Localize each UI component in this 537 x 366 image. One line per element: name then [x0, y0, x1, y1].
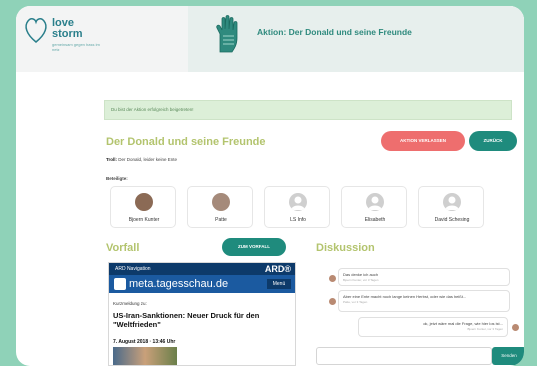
page-title: Aktion: Der Donald und seine Freunde — [257, 27, 412, 37]
go-to-incident-button[interactable]: ZUM VORFALL — [222, 238, 286, 256]
troll-info: Troll: Der Donald, leider keine Ente — [106, 157, 177, 162]
back-button[interactable]: ZURÜCK — [469, 131, 517, 151]
participant-card[interactable]: LS Info — [264, 186, 330, 228]
participant-name: Patte — [215, 217, 227, 223]
avatar — [329, 298, 336, 305]
participant-name: LS Info — [290, 217, 306, 223]
logo-text: love storm — [52, 17, 83, 40]
message-meta: Patte, vor 3 Tagen — [343, 300, 368, 304]
troll-value: Der Donald, leider keine Ente — [118, 157, 178, 162]
chat-message-own: ok, jetzt wäre mal die Frage, wie hier l… — [358, 317, 508, 337]
chat-message: Aber eine Ente macht noch lange keinen H… — [338, 290, 510, 312]
news-site-header: meta.tagesschau.de Menü — [109, 275, 295, 293]
site-logo-icon — [114, 278, 126, 290]
news-image — [113, 347, 177, 365]
message-meta: Bjoern Kunter, vor 3 Tagen — [343, 278, 379, 282]
participant-name: David Schesing — [434, 217, 470, 223]
message-input[interactable] — [316, 347, 492, 365]
news-date: 7. August 2018 · 13:46 Uhr — [113, 339, 176, 345]
news-headline[interactable]: US-Iran-Sanktionen: Neuer Druck für den … — [113, 311, 293, 329]
nav-label[interactable]: ARD Navigation — [115, 266, 151, 272]
participant-card[interactable]: Bjoern Kunter — [110, 186, 176, 228]
message-text: ok, jetzt wäre mal die Frage, wie hier l… — [423, 321, 503, 326]
hand-icon — [216, 15, 238, 53]
send-button[interactable]: Senden — [492, 347, 524, 365]
avatar-placeholder-icon — [289, 193, 307, 211]
discussion-heading: Diskussion — [316, 242, 375, 254]
success-alert: Du bist der Aktion erfolgreich beigetret… — [104, 100, 512, 120]
news-kicker: Kurzmeldung zu: — [113, 301, 147, 306]
avatar — [329, 275, 336, 282]
heart-drop-icon — [25, 18, 47, 43]
leave-action-button[interactable]: AKTION VERLASSEN — [381, 131, 465, 151]
action-title: Der Donald und seine Freunde — [106, 136, 266, 148]
header: love storm gemeinsam gegen hass im netz A… — [16, 6, 524, 72]
logo-tagline: gemeinsam gegen hass im netz — [52, 42, 100, 52]
participant-card[interactable]: Elisabeth — [341, 186, 407, 228]
message-text: Aber eine Ente macht noch lange keinen H… — [343, 294, 467, 299]
discussion-panel: Das denke ich auch Bjoern Kunter, vor 3 … — [316, 260, 520, 342]
site-name[interactable]: meta.tagesschau.de — [129, 278, 228, 290]
avatar — [512, 324, 519, 331]
avatar — [212, 193, 230, 211]
avatar-placeholder-icon — [443, 193, 461, 211]
participants-label: Beteiligte: — [106, 176, 128, 181]
avatar — [135, 193, 153, 211]
news-navbar: ARD Navigation ARD® — [109, 263, 295, 275]
ard-logo: ARD® — [264, 264, 291, 274]
avatar-placeholder-icon — [366, 193, 384, 211]
menu-button[interactable]: Menü — [267, 279, 291, 289]
message-meta: Bjoern Kunter, vor 3 Tagen — [467, 327, 503, 331]
participant-name: Bjoern Kunter — [128, 217, 160, 223]
message-text: Das denke ich auch — [343, 272, 379, 277]
participant-name: Elisabeth — [364, 217, 386, 223]
app-window: love storm gemeinsam gegen hass im netz A… — [16, 6, 524, 366]
incident-embed[interactable]: ARD Navigation ARD® meta.tagesschau.de M… — [108, 262, 296, 366]
participant-card[interactable]: David Schesing — [418, 186, 484, 228]
participant-card[interactable]: Patte — [187, 186, 253, 228]
troll-label: Troll: — [106, 157, 117, 162]
incident-heading: Vorfall — [106, 242, 140, 254]
lovestorm-logo[interactable]: love storm gemeinsam gegen hass im netz — [22, 12, 102, 52]
chat-message: Das denke ich auch Bjoern Kunter, vor 3 … — [338, 268, 510, 286]
